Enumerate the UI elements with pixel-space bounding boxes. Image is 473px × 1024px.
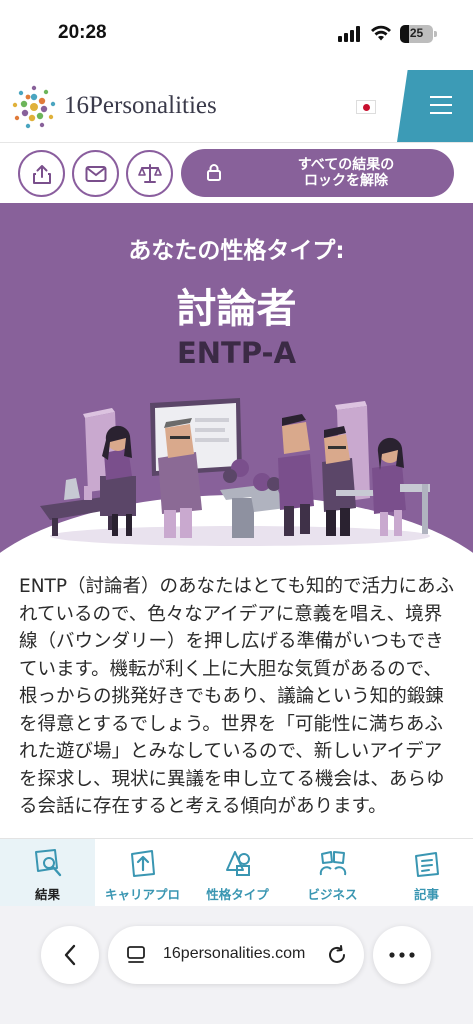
page-menu-icon[interactable] [126,945,146,965]
back-button[interactable] [41,926,99,984]
logo-icon[interactable] [10,83,58,131]
type-description: ENTP（討論者）のあなたはとても知的で活力にあふれているので、色々なアイデアに… [19,576,455,817]
personality-code: ENTP-A [176,336,297,370]
status-time: 20:28 [58,22,107,43]
site-header: 16Personalities [0,70,473,143]
action-row: すべての結果の ロックを解除 [0,143,473,203]
status-bar: 20:28 25 [0,0,473,70]
menu-button[interactable] [397,70,473,142]
wifi-icon [371,25,391,41]
more-button[interactable] [373,926,431,984]
nav-label-results: 結果 [34,887,60,902]
battery-icon: 25 [400,25,433,43]
nav-label-types: 性格タイプ [206,887,269,902]
nav-label-business: ビジネス [307,887,358,902]
types-icon [225,851,250,876]
mail-icon [85,165,106,182]
japan-flag-icon[interactable] [356,100,376,114]
share-icon [32,164,51,184]
nav-item-types[interactable]: 性格タイプ [190,839,285,907]
reload-icon[interactable] [326,944,348,966]
nav-item-business[interactable]: ビジネス [285,839,380,907]
browser-toolbar: 16personalities.com [0,906,473,1024]
nav-item-results[interactable]: 結果 [0,839,95,907]
nav-label-career: キャリアプロ [104,887,180,902]
nav-item-articles[interactable]: 記事 [380,839,473,907]
nav-label-articles: 記事 [413,887,439,902]
brand-name[interactable]: 16Personalities [64,92,217,120]
lock-icon [207,164,221,181]
chevron-left-icon [64,944,76,966]
bottom-nav: 結果 キャリアプロ 性格タイプ ビジネス 記事 [0,838,473,907]
articles-icon [414,852,439,877]
unlock-label-line1: すべての結果の [297,157,395,173]
results-icon [34,849,61,877]
scales-icon [137,163,162,183]
debate-illustration [40,398,430,546]
unlock-label-line2: ロックを解除 [304,173,388,189]
email-button[interactable] [72,150,119,197]
hero-banner: あなたの性格タイプ: 討論者 ENTP-A [0,203,473,555]
signal-icon [338,26,362,42]
unlock-results-button[interactable]: すべての結果の ロックを解除 [181,149,454,197]
career-icon [130,850,155,877]
personality-name: 討論者 [176,286,297,332]
address-bar[interactable]: 16personalities.com [108,926,364,984]
nav-item-career[interactable]: キャリアプロ [95,839,190,907]
url-text: 16personalities.com [163,945,306,962]
more-dots-icon [389,952,415,958]
hero-subtitle: あなたの性格タイプ: [128,238,345,264]
compare-button[interactable] [126,150,173,197]
business-icon [319,851,346,876]
share-button[interactable] [18,150,65,197]
battery-level: 25 [409,26,424,40]
